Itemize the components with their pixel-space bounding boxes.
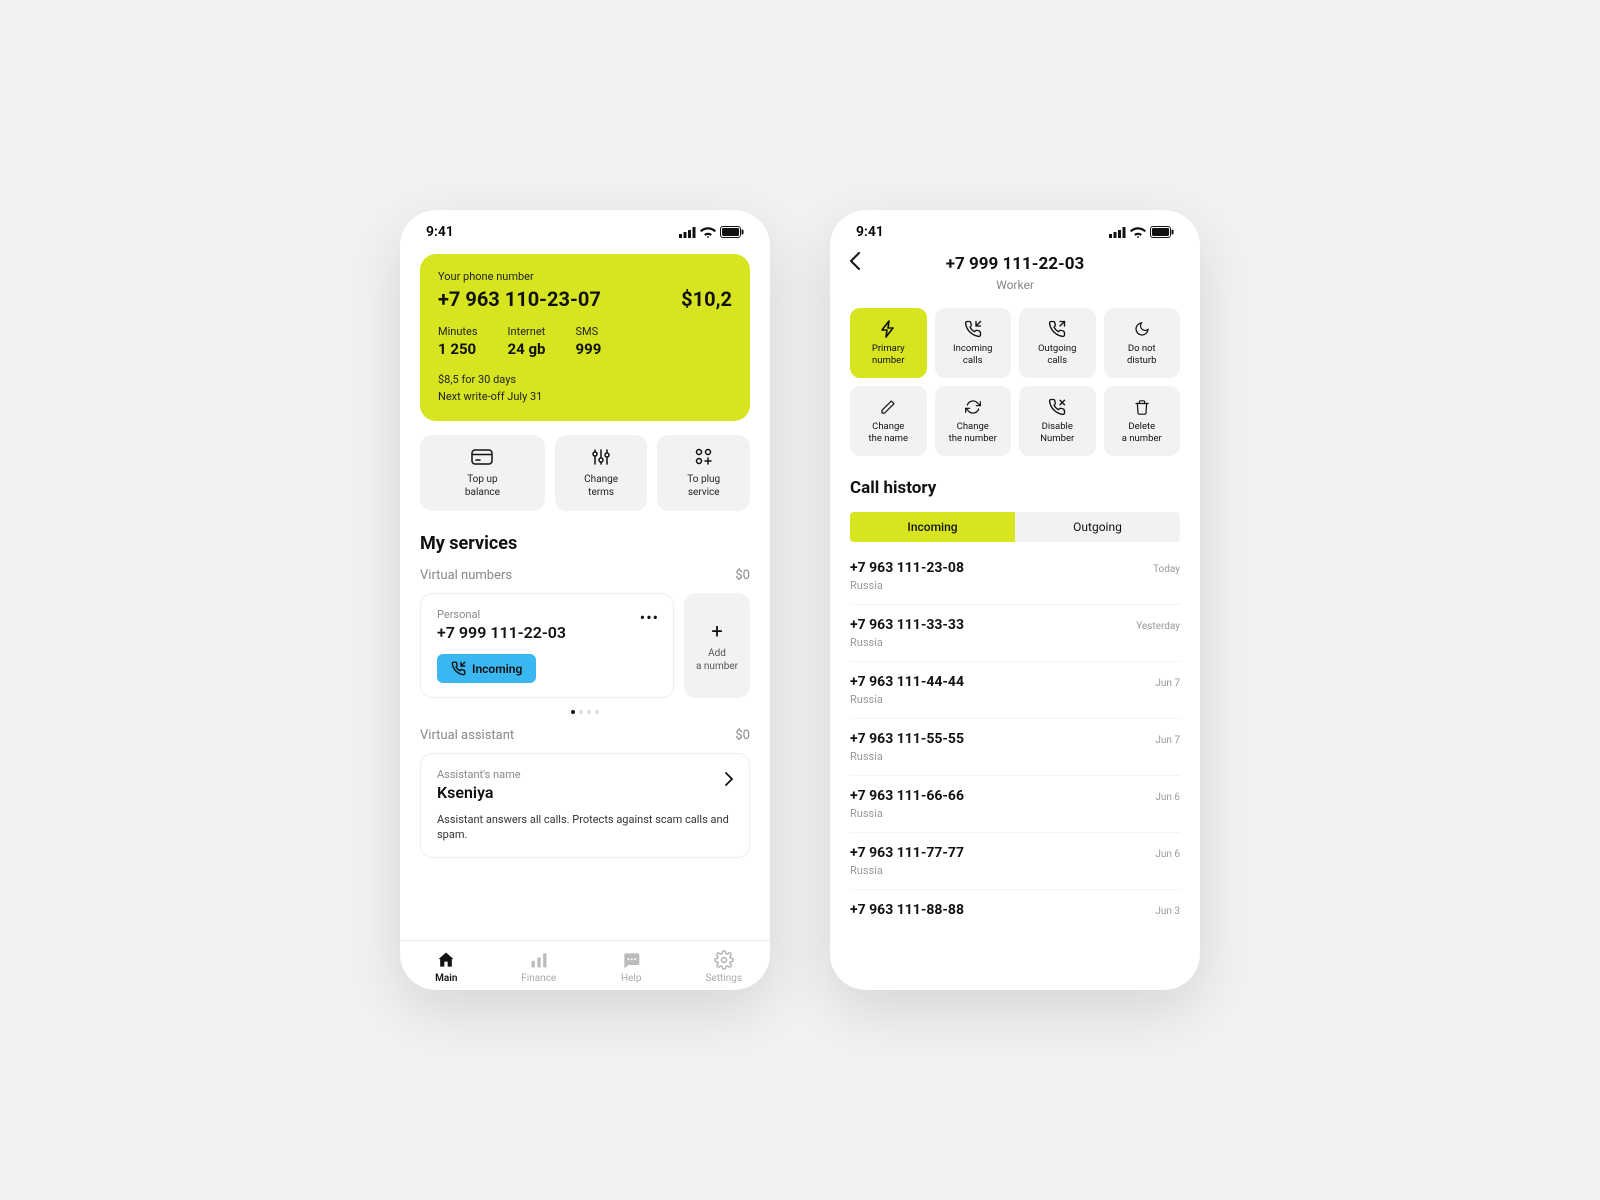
plug-service-button[interactable]: To plug service — [657, 435, 750, 511]
status-bar: 9:41 — [400, 210, 770, 248]
change-terms-label: Change terms — [584, 473, 618, 499]
call-history-title: Call history — [850, 478, 1180, 498]
plug-service-label: To plug service — [687, 473, 720, 499]
plan-price: $8,5 for 30 days — [438, 372, 732, 389]
detail-title: +7 999 111-22-03 — [946, 254, 1084, 274]
tab-settings[interactable]: Settings — [678, 949, 771, 984]
detail-screen: 9:41 +7 999 111-22-03 Worker Primary num… — [830, 210, 1200, 990]
virtual-number-card[interactable]: Personal +7 999 111-22-03 ••• Incoming — [420, 593, 674, 698]
add-number-button[interactable]: + Add a number — [684, 593, 750, 698]
vcard-label: Personal — [437, 608, 657, 621]
detail-subtitle: Worker — [850, 278, 1180, 292]
balance-card[interactable]: Your phone number +7 963 110-23-07 $10,2… — [420, 254, 750, 421]
change-terms-button[interactable]: Change terms — [555, 435, 648, 511]
main-screen: 9:41 Your phone number +7 963 110-23-07 … — [400, 210, 770, 990]
moon-icon — [1134, 319, 1150, 339]
detail-content: +7 999 111-22-03 Worker Primary number I… — [830, 248, 1200, 990]
incoming-call-icon — [964, 319, 982, 339]
grid-plus-icon — [695, 447, 713, 467]
next-writeoff: Next write-off July 31 — [438, 389, 732, 406]
call-item[interactable]: +7 963 111-77-77Russia Jun 6 — [850, 833, 1180, 890]
virtual-numbers-price: $0 — [735, 568, 750, 583]
back-button[interactable] — [850, 252, 860, 270]
outgoing-calls-button[interactable]: Outgoing calls — [1019, 308, 1096, 378]
battery-icon — [720, 226, 744, 238]
change-name-button[interactable]: Change the name — [850, 386, 927, 456]
assistant-desc: Assistant answers all calls. Protects ag… — [437, 812, 733, 843]
gear-icon — [714, 949, 734, 971]
plus-icon: + — [711, 619, 722, 643]
virtual-assistant-price: $0 — [735, 728, 750, 743]
bolt-icon — [880, 319, 896, 339]
segment-control: Incoming Outgoing — [850, 512, 1180, 542]
battery-icon — [1150, 226, 1174, 238]
tab-help[interactable]: Help — [585, 949, 678, 984]
assistant-name: Kseniya — [437, 783, 733, 802]
pencil-icon — [880, 397, 896, 417]
stat-minutes: Minutes 1 250 — [438, 325, 478, 358]
refresh-icon — [965, 397, 981, 417]
tab-help-label: Help — [621, 973, 641, 984]
call-item[interactable]: +7 963 111-55-55Russia Jun 7 — [850, 719, 1180, 776]
status-bar: 9:41 — [830, 210, 1200, 248]
add-number-label: Add a number — [696, 647, 738, 673]
primary-number-button[interactable]: Primary number — [850, 308, 927, 378]
stat-sms: SMS 999 — [575, 325, 601, 358]
card-icon — [471, 447, 493, 467]
tab-finance-label: Finance — [521, 973, 556, 984]
incoming-call-icon — [451, 661, 466, 676]
segment-outgoing[interactable]: Outgoing — [1015, 512, 1180, 542]
chevron-right-icon — [725, 772, 733, 786]
outgoing-call-icon — [1048, 319, 1066, 339]
topup-button[interactable]: Top up balance — [420, 435, 545, 511]
incoming-tag-label: Incoming — [472, 662, 522, 676]
phone-number: +7 963 110-23-07 — [438, 287, 601, 311]
balance-amount: $10,2 — [681, 287, 732, 311]
topup-label: Top up balance — [465, 473, 500, 499]
assistant-card[interactable]: Assistant's name Kseniya Assistant answe… — [420, 753, 750, 858]
cellular-icon — [1109, 227, 1126, 238]
status-time: 9:41 — [856, 224, 884, 240]
phone-off-icon — [1048, 397, 1066, 417]
vcard-number: +7 999 111-22-03 — [437, 623, 657, 642]
wifi-icon — [1130, 227, 1146, 238]
chart-icon — [529, 949, 549, 971]
pagination-dots — [420, 710, 750, 714]
disable-number-button[interactable]: Disable Number — [1019, 386, 1096, 456]
virtual-assistant-label: Virtual assistant — [420, 728, 514, 743]
assistant-label: Assistant's name — [437, 768, 733, 781]
tab-bar: Main Finance Help Settings — [400, 940, 770, 990]
home-icon — [436, 949, 456, 971]
change-number-button[interactable]: Change the number — [935, 386, 1012, 456]
my-services-title: My services — [420, 533, 750, 554]
call-item[interactable]: +7 963 111-44-44Russia Jun 7 — [850, 662, 1180, 719]
sliders-icon — [592, 447, 610, 467]
main-content: Your phone number +7 963 110-23-07 $10,2… — [400, 248, 770, 940]
status-icons — [679, 226, 744, 238]
status-time: 9:41 — [426, 224, 454, 240]
call-item[interactable]: +7 963 111-33-33Russia Yesterday — [850, 605, 1180, 662]
cellular-icon — [679, 227, 696, 238]
call-list: +7 963 111-23-08Russia Today +7 963 111-… — [850, 548, 1180, 933]
tab-settings-label: Settings — [705, 973, 742, 984]
chat-icon — [621, 949, 641, 971]
wifi-icon — [700, 227, 716, 238]
tab-finance[interactable]: Finance — [493, 949, 586, 984]
call-item[interactable]: +7 963 111-66-66Russia Jun 6 — [850, 776, 1180, 833]
tab-main-label: Main — [435, 973, 457, 984]
delete-number-button[interactable]: Delete a number — [1104, 386, 1181, 456]
dnd-button[interactable]: Do not disturb — [1104, 308, 1181, 378]
incoming-calls-button[interactable]: Incoming calls — [935, 308, 1012, 378]
stat-internet: Internet 24 gb — [508, 325, 546, 358]
incoming-tag[interactable]: Incoming — [437, 654, 536, 683]
tab-main[interactable]: Main — [400, 949, 493, 984]
more-icon[interactable]: ••• — [640, 608, 659, 627]
call-item[interactable]: +7 963 111-23-08Russia Today — [850, 548, 1180, 605]
status-icons — [1109, 226, 1174, 238]
trash-icon — [1134, 397, 1150, 417]
virtual-numbers-label: Virtual numbers — [420, 568, 512, 583]
segment-incoming[interactable]: Incoming — [850, 512, 1015, 542]
phone-label: Your phone number — [438, 270, 732, 283]
call-item[interactable]: +7 963 111-88-88 Jun 3 — [850, 890, 1180, 933]
